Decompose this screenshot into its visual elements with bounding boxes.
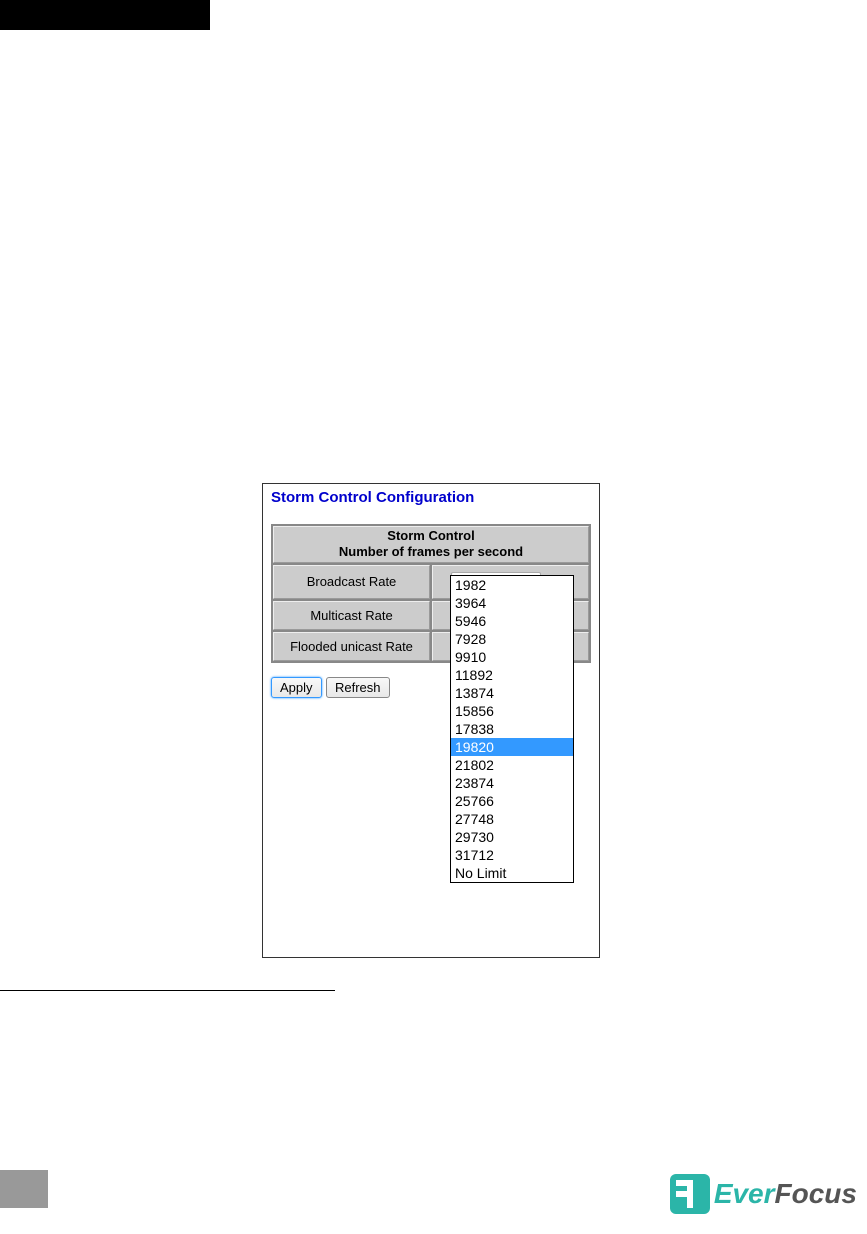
dropdown-option[interactable]: 1982 (451, 576, 573, 594)
dropdown-option[interactable]: 15856 (451, 702, 573, 720)
dropdown-option[interactable]: 11892 (451, 666, 573, 684)
refresh-button[interactable]: Refresh (326, 677, 390, 698)
dropdown-option[interactable]: 3964 (451, 594, 573, 612)
table-header-line1: Storm Control (387, 528, 474, 543)
flooded-unicast-rate-label: Flooded unicast Rate (273, 632, 430, 661)
storm-control-panel: Storm Control Configuration Storm Contro… (262, 483, 600, 958)
brand-logo: EverFocus (670, 1174, 857, 1214)
dropdown-option[interactable]: 23874 (451, 774, 573, 792)
dropdown-option[interactable]: 31712 (451, 846, 573, 864)
multicast-rate-label: Multicast Rate (273, 601, 430, 630)
logo-text-focus: Focus (775, 1178, 857, 1209)
logo-icon (670, 1174, 710, 1214)
divider (0, 990, 335, 991)
header-bar (0, 0, 210, 30)
dropdown-option[interactable]: 27748 (451, 810, 573, 828)
apply-button[interactable]: Apply (271, 677, 322, 698)
panel-title: Storm Control Configuration (271, 489, 591, 506)
dropdown-option[interactable]: 25766 (451, 792, 573, 810)
page-number-bar (0, 1170, 48, 1208)
logo-text: EverFocus (714, 1178, 857, 1210)
dropdown-option[interactable]: 7928 (451, 630, 573, 648)
broadcast-rate-label: Broadcast Rate (273, 565, 430, 599)
dropdown-option[interactable]: 5946 (451, 612, 573, 630)
dropdown-option[interactable]: 19820 (451, 738, 573, 756)
dropdown-option[interactable]: 21802 (451, 756, 573, 774)
dropdown-option[interactable]: 17838 (451, 720, 573, 738)
dropdown-option[interactable]: 9910 (451, 648, 573, 666)
dropdown-option[interactable]: 13874 (451, 684, 573, 702)
rate-dropdown-list[interactable]: 1982396459467928991011892138741585617838… (450, 575, 574, 883)
dropdown-option[interactable]: 29730 (451, 828, 573, 846)
table-header: Storm Control Number of frames per secon… (273, 526, 589, 563)
logo-text-ever: Ever (714, 1178, 775, 1209)
table-header-line2: Number of frames per second (339, 544, 523, 559)
dropdown-option[interactable]: No Limit (451, 864, 573, 882)
